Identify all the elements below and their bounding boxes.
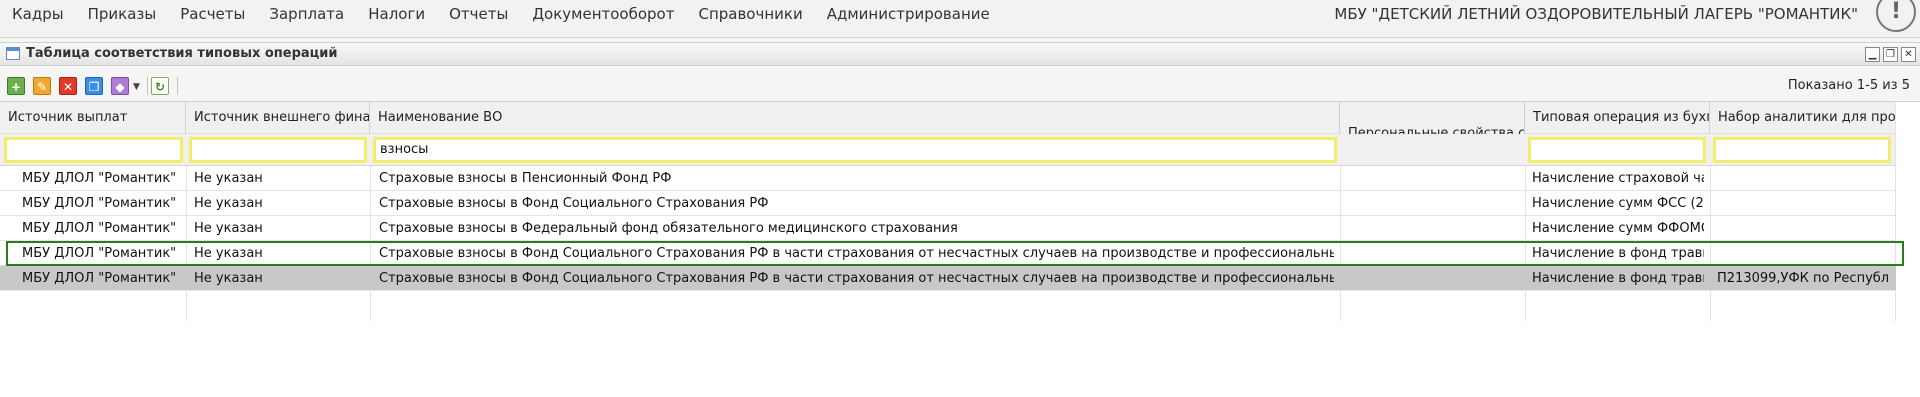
refresh-icon[interactable]: ↻	[151, 77, 169, 95]
cell-external-funding: Не указан	[194, 271, 263, 286]
cell-typical-operation: Начисление страховой ча...	[1532, 171, 1704, 186]
close-button[interactable]: ✕	[1901, 47, 1916, 62]
column-header-typical-operation[interactable]: Типовая операция из бухг...	[1525, 102, 1710, 134]
menu-item-prikazy[interactable]: Приказы	[76, 3, 169, 25]
filter-external-funding[interactable]	[189, 137, 367, 163]
menu-item-raschety[interactable]: Расчеты	[168, 3, 257, 25]
cell-vo-name: Страховые взносы в Фонд Социального Стра…	[379, 271, 1334, 286]
table-row[interactable]: МБУ ДЛОЛ "Романтик" Не указан Страховые …	[0, 191, 1896, 216]
menu-item-zarplata[interactable]: Зарплата	[257, 3, 356, 25]
cell-vo-name: Страховые взносы в Федеральный фонд обяз…	[379, 221, 958, 236]
alert-icon[interactable]: !	[1876, 0, 1916, 32]
actions-menu-icon[interactable]: ◆	[111, 77, 129, 95]
menu-item-administrirovanie[interactable]: Администрирование	[815, 3, 1002, 25]
cell-payment-source: МБУ ДЛОЛ "Романтик"	[22, 271, 177, 286]
column-header-external-funding[interactable]: Источник внешнего фина...	[186, 102, 370, 134]
column-header-vo-name[interactable]: Наименование ВО	[370, 102, 1340, 134]
table-window-icon	[6, 47, 20, 60]
window-controls: ▁ ❐ ✕	[1865, 47, 1916, 62]
table-row[interactable]: МБУ ДЛОЛ "Романтик" Не указан Страховые …	[0, 216, 1896, 241]
cell-typical-operation: Начисление сумм ФФОМС ...	[1532, 221, 1704, 236]
panel-header: Таблица соответствия типовых операций ▁ …	[0, 42, 1920, 66]
menu-item-otchety[interactable]: Отчеты	[437, 3, 520, 25]
cell-typical-operation: Начисление в фонд травм...	[1532, 271, 1704, 286]
filter-payment-source[interactable]	[4, 137, 183, 163]
menu-item-dokumentooborot[interactable]: Документооборот	[520, 3, 686, 25]
column-header-payment-source[interactable]: Источник выплат	[0, 102, 186, 134]
minimize-button[interactable]: ▁	[1865, 47, 1880, 62]
records-shown-count: Показано 1-5 из 5	[1787, 78, 1910, 93]
menu-item-kadry[interactable]: Кадры	[4, 3, 76, 25]
cell-vo-name: Страховые взносы в Фонд Социального Стра…	[379, 196, 769, 211]
cell-external-funding: Не указан	[194, 221, 263, 236]
menu-item-spravochniki[interactable]: Справочники	[686, 3, 814, 25]
restore-button[interactable]: ❐	[1883, 47, 1898, 62]
table-row[interactable]: МБУ ДЛОЛ "Романтик" Не указан Страховые …	[0, 166, 1896, 191]
edit-icon[interactable]: ✎	[33, 77, 51, 95]
filter-vo-name[interactable]: взносы	[373, 137, 1337, 163]
table-row-selected[interactable]: МБУ ДЛОЛ "Романтик" Не указан Страховые …	[0, 266, 1896, 291]
filter-analytics-set[interactable]	[1713, 137, 1891, 163]
cell-external-funding: Не указан	[194, 171, 263, 186]
toolbar-separator	[147, 77, 148, 95]
copy-icon[interactable]: ❐	[85, 77, 103, 95]
cell-payment-source: МБУ ДЛОЛ "Романтик"	[22, 196, 177, 211]
toolbar: + ✎ ✕ ❐ ◆ ▼ ↻ Показано 1-5 из 5	[0, 73, 1920, 101]
toolbar-separator	[177, 77, 178, 95]
cell-payment-source: МБУ ДЛОЛ "Романтик"	[22, 221, 177, 236]
focused-row-highlight	[6, 241, 1904, 266]
cell-external-funding: Не указан	[194, 196, 263, 211]
delete-icon[interactable]: ✕	[59, 77, 77, 95]
cell-vo-name: Страховые взносы в Пенсионный Фонд РФ	[379, 171, 672, 186]
panel-title: Таблица соответствия типовых операций	[26, 46, 338, 61]
column-header-analytics-set[interactable]: Набор аналитики для про...	[1710, 102, 1896, 134]
chevron-down-icon[interactable]: ▼	[133, 82, 140, 92]
cell-payment-source: МБУ ДЛОЛ "Романтик"	[22, 171, 177, 186]
cell-analytics-set: П213099,УФК по Республи...	[1717, 271, 1889, 286]
top-menu-bar: Кадры Приказы Расчеты Зарплата Налоги От…	[0, 0, 1920, 38]
cell-typical-operation: Начисление сумм ФСС (226)	[1532, 196, 1704, 211]
organization-name: МБУ "ДЕТСКИЙ ЛЕТНИЙ ОЗДОРОВИТЕЛЬНЫЙ ЛАГЕ…	[1334, 5, 1858, 23]
main-menu: Кадры Приказы Расчеты Зарплата Налоги От…	[4, 3, 1002, 25]
add-icon[interactable]: +	[7, 77, 25, 95]
menu-item-nalogi[interactable]: Налоги	[356, 3, 437, 25]
filter-typical-operation[interactable]	[1528, 137, 1706, 163]
filter-row: взносы	[0, 134, 1896, 166]
